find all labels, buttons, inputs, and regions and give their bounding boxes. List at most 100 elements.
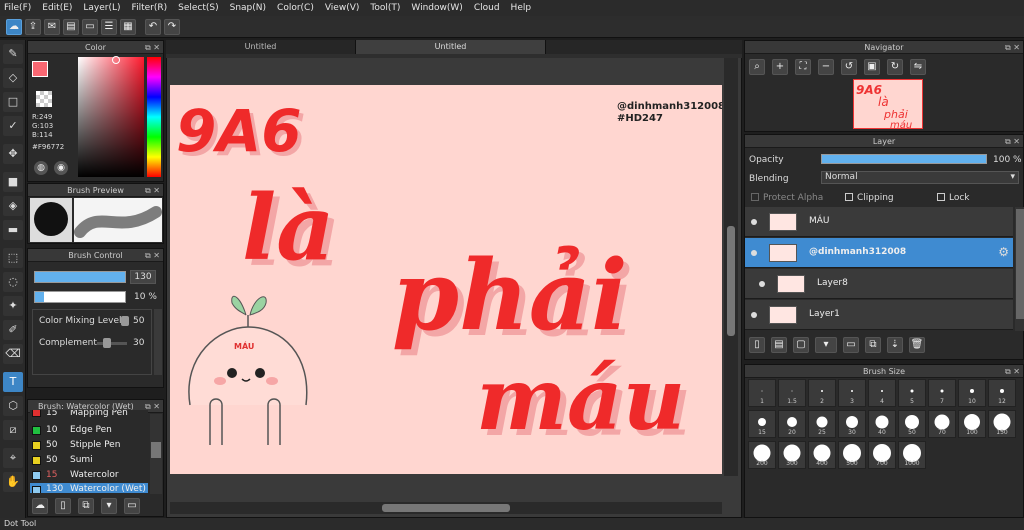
hue-slider[interactable] bbox=[147, 57, 161, 177]
menu-view[interactable]: View(V) bbox=[325, 3, 360, 13]
layer-row[interactable]: Layer1 bbox=[745, 300, 1013, 330]
panel-close-icon[interactable]: ⧉ ✕ bbox=[145, 249, 160, 262]
menu-help[interactable]: Help bbox=[511, 3, 532, 13]
brush-size-option[interactable]: 2 bbox=[808, 379, 836, 407]
panel-close-icon[interactable]: ⧉ ✕ bbox=[1005, 41, 1020, 54]
delete-layer-icon[interactable]: 🗑 bbox=[909, 337, 925, 353]
menu-select[interactable]: Select(S) bbox=[178, 3, 219, 13]
layer-list-scrollbar[interactable] bbox=[1015, 207, 1024, 331]
protect-alpha-checkbox[interactable] bbox=[751, 193, 759, 201]
magic-wand-icon[interactable]: ✦ bbox=[3, 296, 23, 316]
brush-size-option[interactable]: 15 bbox=[748, 410, 776, 438]
brush-item[interactable]: 50 Sumi bbox=[30, 453, 148, 468]
color-mixing-slider[interactable] bbox=[121, 316, 129, 326]
brush-size-option[interactable]: 500 bbox=[838, 441, 866, 469]
zoom-out-icon[interactable]: − bbox=[818, 59, 834, 75]
menu-edit[interactable]: Edit(E) bbox=[42, 3, 72, 13]
select-rect-tool-icon[interactable]: □ bbox=[3, 92, 23, 112]
brush-size-option[interactable]: 12 bbox=[988, 379, 1016, 407]
zoom-reset-icon[interactable]: ⌕ bbox=[749, 59, 765, 75]
brush-size-option[interactable]: 3 bbox=[838, 379, 866, 407]
undo-icon[interactable]: ↶ bbox=[145, 18, 161, 35]
hand-tool-icon[interactable]: ✋ bbox=[3, 472, 23, 492]
brush-size-option[interactable]: 10 bbox=[958, 379, 986, 407]
brush-list-scrollbar[interactable] bbox=[150, 414, 162, 494]
brush-item[interactable]: 15 Watercolor bbox=[30, 468, 148, 483]
layer-row[interactable]: MÁU bbox=[745, 207, 1013, 237]
menu-tool[interactable]: Tool(T) bbox=[370, 3, 400, 13]
eye-icon[interactable] bbox=[751, 312, 757, 318]
share-icon[interactable]: ⇪ bbox=[25, 18, 41, 35]
fill-rect-tool-icon[interactable]: ■ bbox=[3, 172, 23, 192]
brush-size-option[interactable]: 7 bbox=[928, 379, 956, 407]
blending-select[interactable]: Normal ▾ bbox=[821, 171, 1019, 184]
new-1bit-layer-icon[interactable]: ▢ bbox=[793, 337, 809, 353]
rotate-right-icon[interactable]: ↻ bbox=[887, 59, 903, 75]
color-set-icon[interactable]: ◉ bbox=[54, 161, 68, 175]
brush-size-option[interactable]: 70 bbox=[928, 410, 956, 438]
rect-select-icon[interactable]: ⬚ bbox=[3, 248, 23, 268]
new-folder-icon[interactable]: ▭ bbox=[843, 337, 859, 353]
new-brush-icon[interactable]: ▯ bbox=[55, 498, 71, 514]
color-picker-cursor[interactable] bbox=[112, 56, 120, 64]
menu-cloud[interactable]: Cloud bbox=[474, 3, 500, 13]
brush-size-option[interactable]: 20 bbox=[778, 410, 806, 438]
brush-size-option[interactable]: 30 bbox=[838, 410, 866, 438]
cloud-icon[interactable]: ☁ bbox=[6, 18, 22, 35]
panel-close-icon[interactable]: ⧉ ✕ bbox=[1005, 135, 1020, 148]
layer-opacity-slider[interactable] bbox=[821, 154, 987, 164]
list-icon[interactable]: ☰ bbox=[101, 18, 117, 35]
layer-settings-gear-icon[interactable]: ⚙ bbox=[998, 245, 1009, 259]
message-icon[interactable]: ▤ bbox=[63, 18, 79, 35]
brush-item[interactable]: 15 Mapping Pen bbox=[30, 410, 148, 419]
brush-item[interactable]: 10 Edge Pen bbox=[30, 423, 148, 438]
menu-filter[interactable]: Filter(R) bbox=[132, 3, 168, 13]
copy-brush-icon[interactable]: ⧉ bbox=[78, 498, 94, 514]
brush-size-option[interactable]: 5 bbox=[898, 379, 926, 407]
menu-file[interactable]: File(F) bbox=[4, 3, 31, 13]
text-tool-icon[interactable]: T bbox=[3, 372, 23, 392]
brush-size-option[interactable]: 300 bbox=[778, 441, 806, 469]
brush-size-option[interactable]: 1 bbox=[748, 379, 776, 407]
brush-control-scrollbar[interactable] bbox=[154, 309, 162, 375]
merge-layer-icon[interactable]: ⇣ bbox=[887, 337, 903, 353]
gradient-tool-icon[interactable]: ▬ bbox=[3, 220, 23, 240]
tab-untitled-2[interactable]: Untitled bbox=[356, 40, 546, 54]
new-halftone-layer-icon[interactable]: ▤ bbox=[771, 337, 787, 353]
rotate-left-icon[interactable]: ↺ bbox=[841, 59, 857, 75]
new-layer-menu-icon[interactable]: ▾ bbox=[815, 337, 837, 353]
grid-icon[interactable]: ▦ bbox=[120, 18, 136, 35]
flip-icon[interactable]: ⇋ bbox=[910, 59, 926, 75]
brush-size-option[interactable]: 4 bbox=[868, 379, 896, 407]
menu-snap[interactable]: Snap(N) bbox=[230, 3, 266, 13]
canvas-horizontal-scrollbar[interactable] bbox=[170, 502, 722, 514]
menu-color[interactable]: Color(C) bbox=[277, 3, 314, 13]
menu-window[interactable]: Window(W) bbox=[411, 3, 462, 13]
new-layer-icon[interactable]: ▯ bbox=[749, 337, 765, 353]
brush-item-selected[interactable]: 130 Watercolor (Wet) bbox=[30, 483, 148, 493]
brush-size-value[interactable]: 130 bbox=[130, 270, 156, 284]
panel-close-icon[interactable]: ⧉ ✕ bbox=[145, 41, 160, 54]
redo-icon[interactable]: ↷ bbox=[164, 18, 180, 35]
brush-cloud-icon[interactable]: ☁ bbox=[32, 498, 48, 514]
eyedropper-icon[interactable]: ⌖ bbox=[3, 448, 23, 468]
brush-size-option[interactable]: 50 bbox=[898, 410, 926, 438]
brush-tool-icon[interactable]: ✎ bbox=[3, 44, 23, 64]
zoom-in-icon[interactable]: + bbox=[772, 59, 788, 75]
fit-icon[interactable]: ⛶ bbox=[795, 59, 811, 75]
clipping-checkbox[interactable] bbox=[845, 193, 853, 201]
brush-size-option[interactable]: 400 bbox=[808, 441, 836, 469]
folder-icon[interactable]: ▭ bbox=[124, 498, 140, 514]
navigator-thumbnail[interactable]: 9A6 là phải máu bbox=[853, 79, 923, 131]
divide-tool-icon[interactable]: ⧄ bbox=[3, 420, 23, 440]
lock-checkbox[interactable] bbox=[937, 193, 945, 201]
layer-row[interactable]: Layer8 bbox=[745, 269, 1013, 299]
fit-window-icon[interactable]: ▣ bbox=[864, 59, 880, 75]
select-pen-icon[interactable]: ✐ bbox=[3, 320, 23, 340]
brush-size-option[interactable]: 1000 bbox=[898, 441, 926, 469]
transparent-swatch[interactable] bbox=[36, 91, 52, 107]
eraser-tool-icon[interactable]: ◇ bbox=[3, 68, 23, 88]
brush-size-option[interactable]: 40 bbox=[868, 410, 896, 438]
brush-size-option[interactable]: 1.5 bbox=[778, 379, 806, 407]
select-eraser-icon[interactable]: ⌫ bbox=[3, 344, 23, 364]
